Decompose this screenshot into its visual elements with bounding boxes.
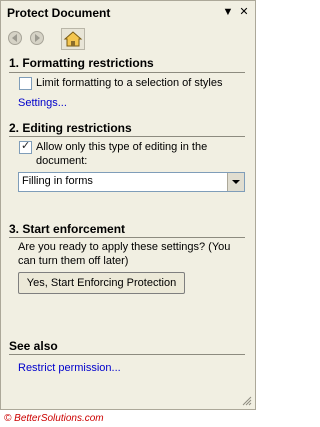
pane-dropdown-button[interactable]: ▼ <box>221 5 235 19</box>
pane-close-button[interactable]: ✕ <box>237 5 251 19</box>
chevron-down-icon[interactable] <box>227 173 244 191</box>
limit-formatting-label: Limit formatting to a selection of style… <box>36 77 223 89</box>
pane-toolbar <box>5 28 91 50</box>
home-icon <box>63 31 83 47</box>
limit-formatting-checkbox[interactable] <box>19 77 32 90</box>
forward-button[interactable] <box>27 29 47 47</box>
settings-link[interactable]: Settings... <box>18 97 67 109</box>
protect-document-pane: Protect Document ▼ ✕ 1. Formatting restr… <box>0 0 256 410</box>
copyright-footer: © BetterSolutions.com <box>4 413 104 424</box>
formatting-heading: 1. Formatting restrictions <box>9 56 154 70</box>
allow-editing-label-line2: document: <box>36 155 88 167</box>
pane-title-bar: Protect Document ▼ ✕ <box>1 1 255 25</box>
restrict-permission-link[interactable]: Restrict permission... <box>18 362 121 374</box>
editing-type-select[interactable]: Filling in forms <box>18 172 245 192</box>
back-button[interactable] <box>5 29 25 47</box>
home-button[interactable] <box>61 28 85 50</box>
allow-editing-label-line1: Allow only this type of editing in the <box>36 141 208 153</box>
enforcement-heading: 3. Start enforcement <box>9 222 126 236</box>
back-icon <box>8 31 22 45</box>
pane-title: Protect Document <box>7 6 111 20</box>
editing-heading: 2. Editing restrictions <box>9 121 132 135</box>
allow-editing-checkbox[interactable] <box>19 139 32 154</box>
see-also-divider <box>9 354 245 355</box>
formatting-divider <box>9 72 245 73</box>
editing-type-value: Filling in forms <box>22 175 93 187</box>
start-enforcing-button[interactable]: Yes, Start Enforcing Protection <box>18 272 185 294</box>
editing-divider <box>9 136 245 137</box>
resize-grip-icon[interactable] <box>242 396 252 406</box>
see-also-heading: See also <box>9 339 58 353</box>
forward-icon <box>30 31 44 45</box>
enforcement-question-line2: can turn them off later) <box>18 255 129 267</box>
enforcement-question-line1: Are you ready to apply these settings? (… <box>18 241 231 253</box>
enforcement-divider <box>9 237 245 238</box>
